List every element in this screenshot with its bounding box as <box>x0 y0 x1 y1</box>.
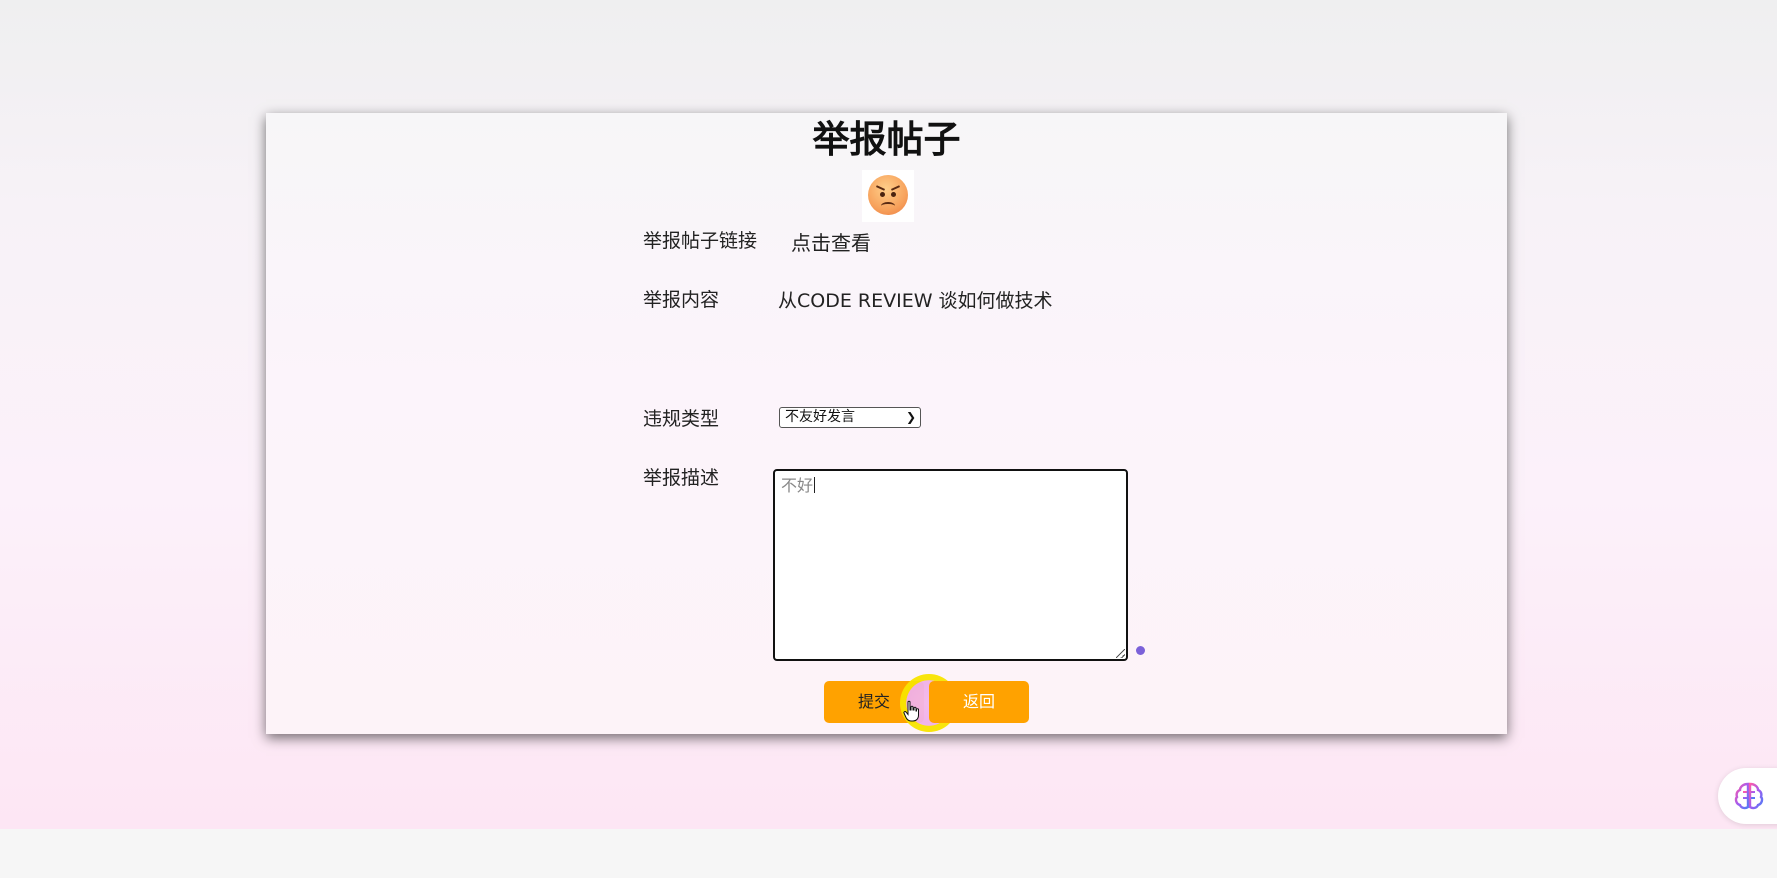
chevron-down-icon: ❯ <box>905 410 916 424</box>
face-brow-left <box>875 185 886 191</box>
description-textarea[interactable]: 不好 <box>773 469 1128 661</box>
text-caret <box>814 477 816 493</box>
resize-handle-icon[interactable] <box>1116 649 1125 658</box>
status-dot <box>1136 646 1145 655</box>
content-label: 举报内容 <box>643 289 720 311</box>
face-eye-right <box>891 192 896 197</box>
link-label: 举报帖子链接 <box>643 230 758 252</box>
angry-face-graphic <box>868 175 908 215</box>
face-brow-right <box>890 185 901 191</box>
face-mouth <box>881 202 895 210</box>
back-button[interactable]: 返回 <box>929 681 1029 723</box>
hand-cursor-icon <box>903 700 919 722</box>
assistant-widget[interactable] <box>1718 768 1777 824</box>
description-value: 不好 <box>781 476 814 495</box>
description-label: 举报描述 <box>643 467 720 489</box>
brain-icon <box>1734 782 1764 810</box>
back-button-label: 返回 <box>962 692 995 711</box>
view-link[interactable]: 点击查看 <box>791 230 871 256</box>
page-title: 举报帖子 <box>812 118 961 161</box>
description-text: 不好 <box>781 475 816 497</box>
violation-type-label: 违规类型 <box>643 408 720 430</box>
face-eye-left <box>880 192 885 197</box>
violation-type-selected: 不友好发言 <box>785 409 855 425</box>
content-value: 从CODE REVIEW 谈如何做技术 <box>778 290 1053 312</box>
violation-type-select[interactable]: 不友好发言 ❯ <box>779 407 921 428</box>
submit-button-label: 提交 <box>857 692 890 711</box>
bottom-strip <box>0 829 1777 878</box>
angry-face-icon <box>862 170 914 222</box>
report-card: 举报帖子 举报帖子链接 点击查看 举报内容 从CODE REVIEW 谈如何做技… <box>266 113 1507 734</box>
